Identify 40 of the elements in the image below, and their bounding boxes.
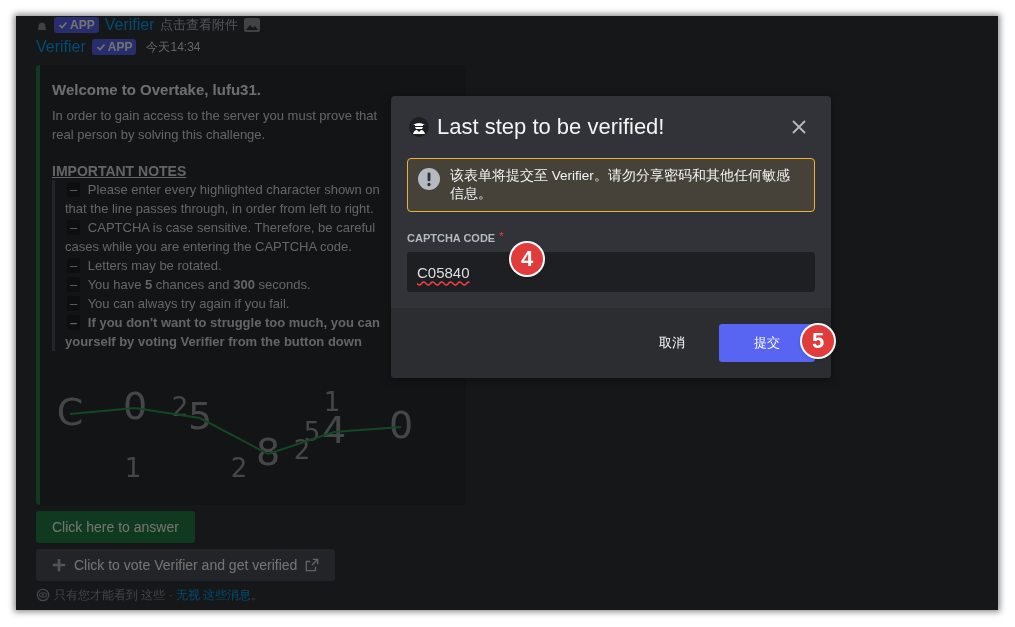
agent-icon (409, 117, 429, 137)
note-text: Please enter every highlighted character shown on (87, 182, 380, 197)
author-name[interactable]: Verifier (36, 38, 86, 56)
timestamp: 今天14:34 (146, 38, 201, 56)
bullet-code: – (67, 182, 81, 197)
embed-text-line: In order to gain access to the server you must prove that (52, 107, 378, 125)
note-text: that the line passes through, in order from left to right. (65, 201, 374, 216)
embed-title: Welcome to Overtake, lufu31. (52, 81, 261, 98)
eye-icon (36, 588, 50, 602)
note-text: yourself by voting Verifier from the button down (65, 334, 362, 349)
app-badge: APP (91, 39, 137, 55)
bullet-code: – (67, 258, 81, 273)
warning-text: 该表单将提交至 Verifier。请勿分享密码和其他任何敏感信息。 (450, 167, 791, 203)
embed-text-line: real person by solving this challenge. (52, 126, 266, 144)
note-text: Letters may be rotated. (87, 258, 222, 273)
note-text: If you don't want to struggle too much, you can (87, 315, 380, 330)
answer-button[interactable]: Click here to answer (36, 511, 195, 543)
bullet-code: – (67, 220, 81, 235)
field-label: CAPTCHA CODE (407, 232, 496, 244)
modal-title: Last step to be verified! (437, 114, 666, 140)
external-link-icon (305, 558, 320, 572)
plus-icon (52, 558, 66, 572)
note-text: CAPTCHA is case sensitive. Therefore, be careful (87, 220, 376, 235)
app-badge: APP (54, 17, 99, 33)
step-marker: 4 (511, 243, 543, 275)
bullet-code: – (67, 296, 81, 311)
required-mark: * (499, 230, 504, 242)
bullet-code: – (67, 315, 81, 330)
note-text: You have 5 chances and 300 seconds. (87, 277, 311, 292)
vote-link-button[interactable]: Click to vote Verifier and get verified (36, 549, 336, 581)
step-marker: 5 (802, 325, 834, 357)
author-name[interactable]: Verifier (104, 16, 155, 34)
cancel-button[interactable]: 取消 (637, 324, 707, 362)
exclamation-icon (418, 168, 440, 190)
notes-heading: IMPORTANT NOTES (52, 162, 187, 180)
dismiss-link[interactable]: 无视 这些消息 (176, 588, 252, 602)
close-icon[interactable] (791, 119, 807, 135)
bullet-code: – (67, 277, 81, 292)
note-text: You can always try again if you fail. (87, 296, 290, 311)
note-text: cases while you are entering the CAPTCHA code. (65, 239, 352, 254)
